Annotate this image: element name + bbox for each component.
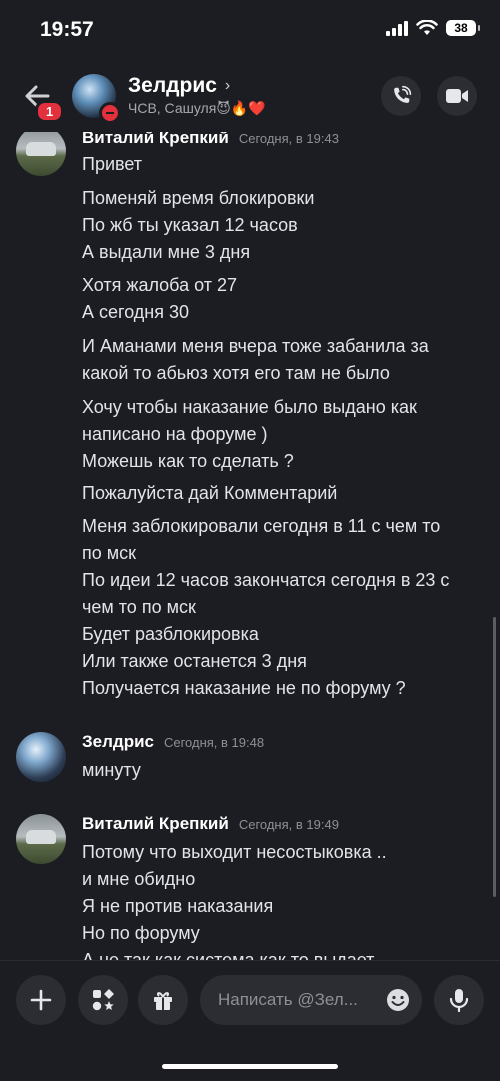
message-line: А сегодня 30 bbox=[82, 302, 190, 322]
phone-call-icon bbox=[394, 85, 412, 103]
message-line: Будет разблокировка bbox=[82, 624, 259, 644]
battery-indicator: 38 bbox=[446, 20, 480, 36]
home-indicator[interactable] bbox=[162, 1064, 338, 1069]
message-line: И Аманами меня вчера тоже забанила за bbox=[82, 336, 429, 356]
message-timestamp: Сегодня, в 19:43 bbox=[238, 132, 339, 146]
author-avatar[interactable] bbox=[16, 732, 66, 782]
microphone-icon bbox=[449, 989, 469, 1013]
voice-message-button[interactable] bbox=[434, 975, 484, 1025]
message-line: по мск bbox=[82, 543, 137, 563]
message-line: Поменяй время блокировки bbox=[82, 188, 315, 208]
channel-title[interactable]: Зелдрис › bbox=[128, 74, 230, 98]
message-timestamp: Сегодня, в 19:49 bbox=[238, 817, 339, 832]
channel-header: 1 Зелдрис › ЧСВ, Сашуля😈🔥❤️ bbox=[0, 60, 500, 132]
message-line: минуту bbox=[82, 760, 141, 780]
plus-icon bbox=[30, 989, 52, 1011]
message-header: Виталий Крепкий Сегодня, в 19:49 bbox=[82, 814, 339, 834]
status-bar: 19:57 38 bbox=[0, 0, 500, 60]
message-line: Получается наказание не по форуму ? bbox=[82, 678, 406, 698]
user-status-text: ЧСВ, Сашуля😈🔥❤️ bbox=[128, 100, 266, 116]
signal-icon bbox=[386, 20, 408, 36]
apps-icon bbox=[92, 989, 114, 1011]
message-timestamp: Сегодня, в 19:48 bbox=[163, 735, 265, 750]
message-line: и мне обидно bbox=[82, 869, 196, 889]
gift-icon bbox=[154, 992, 172, 1010]
message-line: А не так как система как то выдает bbox=[82, 950, 375, 960]
message-line: Меня заблокировали сегодня в 11 с чем то bbox=[82, 516, 441, 536]
scrollbar[interactable] bbox=[493, 617, 496, 897]
message-line: Но по форуму bbox=[82, 923, 200, 943]
author-name[interactable]: Виталий Крепкий bbox=[82, 814, 229, 834]
message-line: Хочу чтобы наказание было выдано как bbox=[82, 397, 417, 417]
message-header: Виталий Крепкий Сегодня, в 19:43 bbox=[82, 132, 339, 148]
message-line: написано на форуме ) bbox=[82, 424, 268, 444]
message-line: По идеи 12 часов закончатся сегодня в 23… bbox=[82, 570, 450, 590]
message-line: Хотя жалоба от 27 bbox=[82, 275, 237, 295]
wifi-icon bbox=[416, 20, 438, 35]
status-icons: 38 bbox=[386, 20, 480, 36]
message-line: Пожалуйста дай Комментарий bbox=[82, 483, 338, 503]
author-name[interactable]: Виталий Крепкий bbox=[82, 132, 229, 148]
video-call-button[interactable] bbox=[437, 76, 477, 116]
call-button[interactable] bbox=[381, 76, 421, 116]
message-line: По жб ты указал 12 часов bbox=[82, 215, 298, 235]
apps-button[interactable] bbox=[78, 975, 128, 1025]
message-list[interactable]: Виталий Крепкий Сегодня, в 19:43 Привет … bbox=[0, 132, 500, 960]
message-line: Привет bbox=[82, 154, 143, 174]
message-line: Можешь как то сделать ? bbox=[82, 451, 294, 471]
message-line: какой то абьюз хотя его там не было bbox=[82, 363, 390, 383]
message-input[interactable]: Написать @Зел... bbox=[200, 975, 422, 1025]
message-header: Зелдрис Сегодня, в 19:48 bbox=[82, 732, 264, 752]
status-time: 19:57 bbox=[40, 18, 94, 41]
message-line: А выдали мне 3 дня bbox=[82, 242, 251, 262]
unread-badge: 1 bbox=[35, 100, 65, 123]
message-line: Потому что выходит несостыковка .. bbox=[82, 842, 387, 862]
channel-title-text: Зелдрис bbox=[128, 74, 217, 97]
message-line: Или также останется 3 дня bbox=[82, 651, 307, 671]
author-avatar[interactable] bbox=[16, 132, 66, 176]
message-line: чем то по мск bbox=[82, 597, 196, 617]
emoji-icon[interactable] bbox=[386, 988, 410, 1012]
author-name[interactable]: Зелдрис bbox=[82, 732, 154, 752]
video-camera-icon bbox=[446, 89, 468, 103]
message-line: Я не против наказания bbox=[82, 896, 274, 916]
gift-button[interactable] bbox=[138, 975, 188, 1025]
dnd-status-icon bbox=[99, 102, 121, 124]
composer-bar: Написать @Зел... bbox=[0, 960, 500, 1081]
message-input-placeholder: Написать @Зел... bbox=[218, 990, 358, 1009]
author-avatar[interactable] bbox=[16, 814, 66, 864]
add-attachment-button[interactable] bbox=[16, 975, 66, 1025]
chevron-right-icon: › bbox=[224, 77, 231, 94]
